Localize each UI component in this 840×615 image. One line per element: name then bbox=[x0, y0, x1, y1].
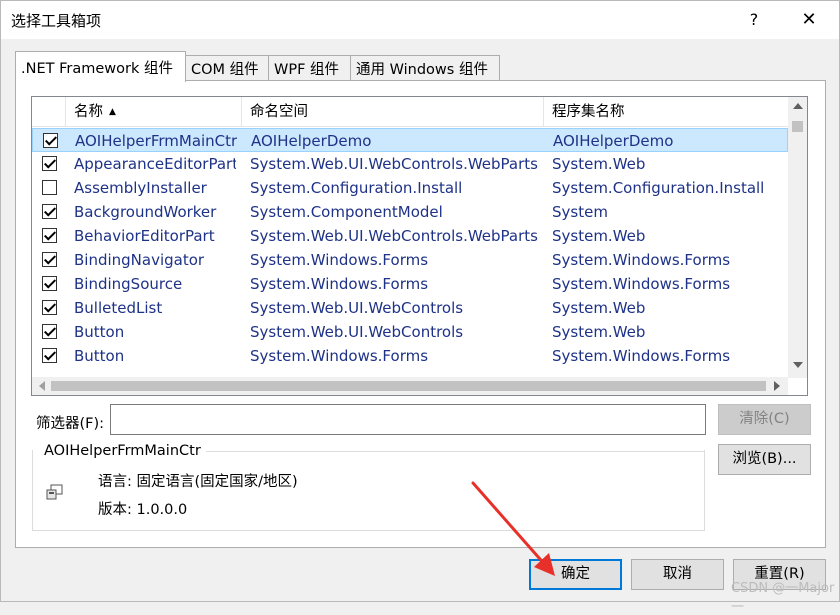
filter-label: 筛选器(F): bbox=[36, 416, 105, 432]
row-checkbox[interactable] bbox=[42, 204, 57, 219]
row-checkbox[interactable] bbox=[42, 156, 57, 171]
scroll-right-icon[interactable] bbox=[774, 381, 780, 391]
cell-namespace: System.Web.UI.WebControls bbox=[250, 299, 464, 317]
cell-assembly: System bbox=[552, 203, 608, 221]
table-row[interactable]: BindingSource System.Windows.Forms Syste… bbox=[32, 272, 788, 296]
row-checkbox[interactable] bbox=[42, 180, 57, 195]
cell-name: BindingNavigator bbox=[74, 251, 205, 269]
table-row[interactable]: BindingNavigator System.Windows.Forms Sy… bbox=[32, 248, 788, 272]
tab-com[interactable]: COM 组件 bbox=[185, 55, 269, 80]
browse-button[interactable]: 浏览(B)... bbox=[718, 444, 811, 475]
title-bar: 选择工具箱项 ? ✕ bbox=[1, 1, 839, 39]
version-info: 版本: 1.0.0.0 bbox=[98, 502, 188, 518]
table-row[interactable]: BackgroundWorker System.ComponentModel S… bbox=[32, 200, 788, 224]
horizontal-scroll-thumb[interactable] bbox=[51, 381, 766, 391]
sort-ascending-icon: ▲ bbox=[109, 107, 116, 117]
cell-name: Button bbox=[74, 323, 125, 341]
table-row[interactable]: Button System.Web.UI.WebControls System.… bbox=[32, 320, 788, 344]
row-checkbox[interactable] bbox=[42, 228, 57, 243]
row-checkbox[interactable] bbox=[42, 300, 57, 315]
cell-assembly: System.Web bbox=[552, 155, 646, 173]
scroll-up-icon[interactable] bbox=[793, 103, 803, 109]
cell-assembly: AOIHelperDemo bbox=[553, 132, 674, 150]
header-name[interactable]: 名称 ▲ bbox=[66, 97, 242, 127]
cell-namespace: System.Web.UI.WebControls bbox=[250, 323, 464, 341]
cell-assembly: System.Windows.Forms bbox=[552, 347, 731, 365]
watermark: CSDN @一Major一 bbox=[731, 581, 835, 615]
tab-universal-windows[interactable]: 通用 Windows 组件 bbox=[350, 55, 500, 80]
cell-assembly: System.Windows.Forms bbox=[552, 251, 731, 269]
table-row[interactable]: AOIHelperFrmMainCtr AOIHelperDemo AOIHel… bbox=[32, 128, 788, 152]
vertical-scroll-thumb[interactable] bbox=[792, 121, 803, 132]
close-button[interactable]: ✕ bbox=[789, 5, 829, 35]
scroll-down-icon[interactable] bbox=[793, 362, 803, 368]
row-checkbox[interactable] bbox=[43, 133, 58, 148]
cell-name: BindingSource bbox=[74, 275, 183, 293]
cell-name: AOIHelperFrmMainCtr bbox=[75, 132, 237, 150]
scroll-left-icon[interactable] bbox=[39, 381, 45, 391]
cell-name: Button bbox=[74, 347, 125, 365]
details-group-border bbox=[206, 451, 705, 452]
list-rows: AOIHelperFrmMainCtr AOIHelperDemo AOIHel… bbox=[32, 128, 788, 368]
header-namespace[interactable]: 命名空间 bbox=[242, 97, 544, 127]
tab-net-framework[interactable]: .NET Framework 组件 bbox=[15, 51, 186, 82]
header-name-label: 名称 bbox=[74, 104, 103, 120]
cell-assembly: System.Web bbox=[552, 299, 646, 317]
cell-namespace: System.Windows.Forms bbox=[250, 347, 429, 365]
cell-assembly: System.Configuration.Install bbox=[552, 179, 765, 197]
ok-button[interactable]: 确定 bbox=[529, 559, 622, 590]
cell-name: AppearanceEditorPart bbox=[74, 155, 236, 173]
table-row[interactable]: AppearanceEditorPart System.Web.UI.WebCo… bbox=[32, 152, 788, 176]
row-checkbox[interactable] bbox=[42, 252, 57, 267]
details-title: AOIHelperFrmMainCtr bbox=[42, 443, 203, 459]
list-header: 名称 ▲ 命名空间 程序集名称 bbox=[32, 97, 788, 127]
cell-namespace: System.Web.UI.WebControls.WebParts bbox=[250, 155, 538, 173]
component-icon bbox=[46, 484, 63, 500]
cell-namespace: System.Configuration.Install bbox=[250, 179, 463, 197]
cell-assembly: System.Web bbox=[552, 227, 646, 245]
cell-assembly: System.Web bbox=[552, 323, 646, 341]
tab-wpf[interactable]: WPF 组件 bbox=[268, 55, 351, 80]
table-row[interactable]: BulletedList System.Web.UI.WebControls S… bbox=[32, 296, 788, 320]
dialog-title: 选择工具箱项 bbox=[11, 12, 102, 30]
cell-namespace: AOIHelperDemo bbox=[251, 132, 372, 150]
cell-name: AssemblyInstaller bbox=[74, 179, 207, 197]
horizontal-scrollbar[interactable] bbox=[32, 377, 788, 395]
row-checkbox[interactable] bbox=[42, 324, 57, 339]
cell-assembly: System.Windows.Forms bbox=[552, 275, 731, 293]
cell-name: BehaviorEditorPart bbox=[74, 227, 215, 245]
clear-button[interactable]: 清除(C) bbox=[718, 404, 811, 435]
table-row[interactable]: AssemblyInstaller System.Configuration.I… bbox=[32, 176, 788, 200]
table-row[interactable]: Button System.Windows.Forms System.Windo… bbox=[32, 344, 788, 368]
header-assembly[interactable]: 程序集名称 bbox=[544, 97, 788, 127]
row-checkbox[interactable] bbox=[42, 348, 57, 363]
vertical-scrollbar[interactable] bbox=[788, 97, 807, 378]
tab-panel: 名称 ▲ 命名空间 程序集名称 AOIHelperFrmMainCtr AOIHe… bbox=[15, 80, 826, 548]
filter-input[interactable] bbox=[110, 404, 706, 435]
cell-namespace: System.Windows.Forms bbox=[250, 275, 429, 293]
cancel-button[interactable]: 取消 bbox=[631, 559, 724, 590]
cell-namespace: System.Windows.Forms bbox=[250, 251, 429, 269]
cell-name: BulletedList bbox=[74, 299, 163, 317]
cell-namespace: System.ComponentModel bbox=[250, 203, 443, 221]
components-list[interactable]: 名称 ▲ 命名空间 程序集名称 AOIHelperFrmMainCtr AOIHe… bbox=[31, 96, 808, 396]
row-checkbox[interactable] bbox=[42, 276, 57, 291]
cell-namespace: System.Web.UI.WebControls.WebParts bbox=[250, 227, 538, 245]
help-button[interactable]: ? bbox=[734, 5, 774, 35]
language-info: 语言: 固定语言(固定国家/地区) bbox=[98, 474, 298, 490]
table-row[interactable]: BehaviorEditorPart System.Web.UI.WebCont… bbox=[32, 224, 788, 248]
choose-toolbox-items-dialog: 选择工具箱项 ? ✕ .NET Framework 组件 COM 组件 WPF … bbox=[0, 0, 840, 615]
cell-name: BackgroundWorker bbox=[74, 203, 217, 221]
header-check-column[interactable] bbox=[32, 97, 66, 127]
